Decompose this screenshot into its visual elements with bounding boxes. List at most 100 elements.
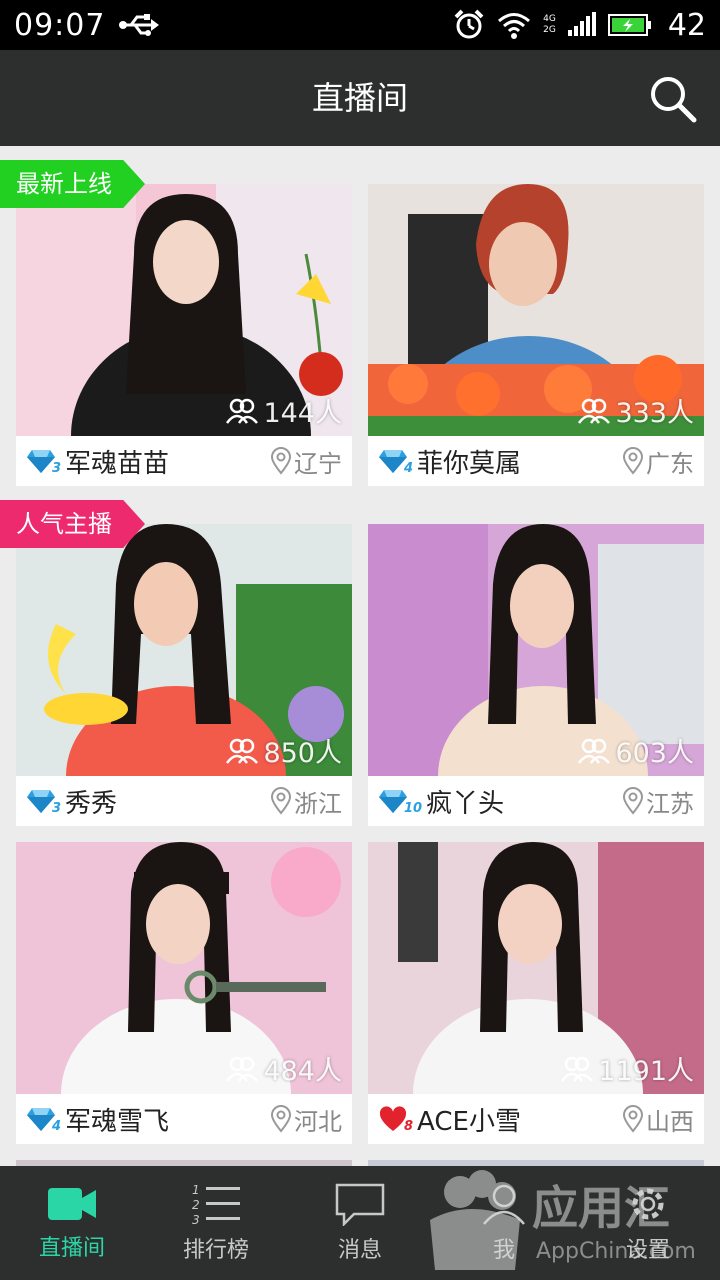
host-card[interactable]: 333人 4 菲你莫属 广东	[368, 184, 704, 486]
page-title: 直播间	[311, 79, 408, 117]
level-number: 10	[404, 801, 423, 816]
ranking-list-icon: 1 2 3	[192, 1183, 240, 1226]
host-info: 10 疯丫头 江苏	[368, 776, 704, 826]
viewer-count: 333人	[577, 391, 694, 430]
tab-live-room[interactable]: 直播间	[0, 1166, 144, 1280]
host-photo: 144人	[16, 184, 352, 436]
location-pin-icon	[270, 787, 292, 815]
alarm-icon	[454, 9, 484, 39]
location-pin-icon	[622, 1105, 644, 1133]
location-pin-icon	[622, 787, 644, 815]
host-card[interactable]: 850人 3 秀秀 浙江	[16, 524, 352, 826]
status-time: 09:07	[14, 7, 106, 43]
tab-messages[interactable]: 消息	[288, 1166, 432, 1280]
host-location: 山西	[622, 1102, 694, 1137]
host-photo: 603人	[368, 524, 704, 776]
tab-label: 设置	[625, 1238, 670, 1263]
location-text: 河北	[294, 1107, 342, 1136]
viewers-icon	[226, 1056, 259, 1082]
location-pin-icon	[270, 1105, 292, 1133]
location-text: 广东	[646, 449, 694, 478]
host-photo: 333人	[368, 184, 704, 436]
level-number: 3	[52, 801, 62, 816]
wifi-icon	[498, 13, 531, 39]
level-number: 8	[404, 1119, 414, 1134]
tab-settings[interactable]: 设置	[576, 1166, 720, 1280]
host-location: 河北	[270, 1102, 342, 1137]
host-info: 4 菲你莫属 广东	[368, 436, 704, 486]
level-badge: 3	[26, 448, 62, 476]
location-text: 辽宁	[294, 449, 342, 478]
section-ribbon-popular: 人气主播	[0, 500, 145, 548]
viewer-count: 603人	[577, 731, 694, 770]
tab-label: 消息	[337, 1238, 382, 1263]
tab-label: 排行榜	[182, 1238, 249, 1263]
host-photo: 484人	[16, 842, 352, 1094]
level-badge: 8	[378, 1106, 414, 1134]
host-name: 疯丫头	[426, 788, 505, 819]
location-pin-icon	[270, 447, 292, 475]
video-camera-icon	[48, 1188, 96, 1220]
live-room-grid: 最新上线 人气主播 144人 3 军魂苗苗 辽宁 333人 4 菲你莫属 广东 …	[0, 146, 720, 1166]
location-text: 山西	[646, 1107, 694, 1136]
host-name: 军魂苗苗	[65, 448, 170, 479]
level-badge: 4	[26, 1106, 62, 1134]
message-icon	[335, 1183, 385, 1226]
host-card[interactable]: 603人 10 疯丫头 江苏	[368, 524, 704, 826]
host-info: 3 秀秀 浙江	[16, 776, 352, 826]
host-name: 菲你莫属	[417, 448, 522, 479]
usb-icon	[119, 14, 160, 36]
network-2g: 2G	[543, 25, 556, 35]
signal-bars-icon	[567, 12, 596, 36]
viewer-count-text: 850人	[263, 738, 342, 769]
cellular-signal: 4G 2G	[543, 14, 556, 36]
viewers-icon	[578, 398, 611, 424]
viewer-count-text: 603人	[615, 738, 694, 769]
tab-label: 我	[492, 1238, 515, 1263]
battery-icon	[607, 14, 651, 36]
viewers-icon	[226, 738, 259, 764]
bottom-tab-bar: 直播间 1 2 3 排行榜 消息 我 设置	[0, 1166, 720, 1280]
level-number: 3	[52, 461, 62, 476]
location-text: 浙江	[294, 789, 342, 818]
host-card[interactable]: 144人 3 军魂苗苗 辽宁	[16, 184, 352, 486]
level-badge: 4	[378, 448, 414, 476]
viewer-count-text: 484人	[263, 1056, 342, 1087]
viewer-count-text: 1191人	[598, 1056, 694, 1087]
viewer-count: 1191人	[560, 1049, 694, 1088]
viewer-count-text: 333人	[615, 398, 694, 429]
host-card[interactable]: 1191人 8 ACE小雪 山西	[368, 842, 704, 1144]
network-4g: 4G	[543, 14, 556, 24]
battery-level: 42	[667, 7, 706, 43]
host-info: 8 ACE小雪 山西	[368, 1094, 704, 1144]
app-bar: 直播间	[0, 50, 720, 146]
host-photo: 850人	[16, 524, 352, 776]
host-info: 3 军魂苗苗 辽宁	[16, 436, 352, 486]
user-icon	[483, 1184, 525, 1225]
host-name: 军魂雪飞	[65, 1106, 170, 1137]
tab-me[interactable]: 我	[432, 1166, 576, 1280]
host-location: 辽宁	[270, 444, 342, 479]
host-info: 4 军魂雪飞 河北	[16, 1094, 352, 1144]
host-card[interactable]: 484人 4 军魂雪飞 河北	[16, 842, 352, 1144]
host-location: 江苏	[622, 784, 694, 819]
viewers-icon	[561, 1056, 594, 1082]
svg-text:2: 2	[192, 1198, 200, 1212]
gear-icon	[632, 1188, 664, 1220]
section-ribbon-newest: 最新上线	[0, 160, 145, 208]
tab-label: 直播间	[38, 1236, 105, 1261]
host-name: ACE小雪	[417, 1106, 521, 1137]
svg-text:1: 1	[192, 1183, 200, 1197]
level-number: 4	[404, 461, 414, 476]
level-badge: 10	[378, 788, 423, 816]
tab-ranking[interactable]: 1 2 3 排行榜	[144, 1166, 288, 1280]
status-bar: 09:07 4G 2G 42	[0, 0, 720, 50]
host-name: 秀秀	[65, 788, 118, 819]
host-location: 广东	[622, 444, 694, 479]
viewer-count: 144人	[225, 391, 342, 430]
level-number: 4	[52, 1119, 62, 1134]
svg-text:3: 3	[192, 1213, 200, 1226]
search-icon[interactable]	[648, 74, 698, 124]
location-pin-icon	[622, 447, 644, 475]
host-photo: 1191人	[368, 842, 704, 1094]
